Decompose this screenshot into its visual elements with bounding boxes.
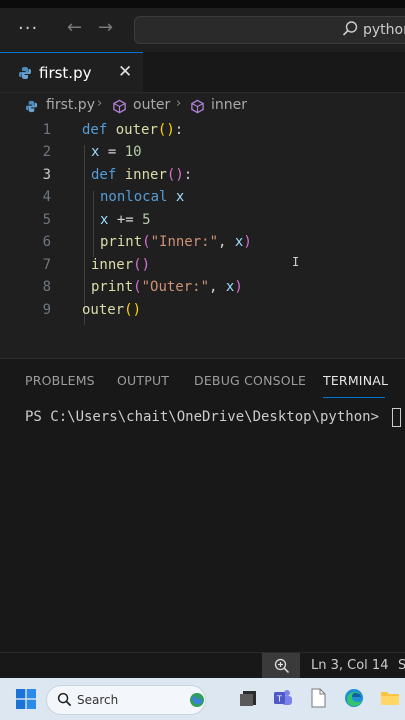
tab-first-py[interactable]: first.py ✕ [0,52,143,92]
close-icon[interactable]: ✕ [118,62,132,82]
top-strip [0,0,405,8]
search-icon [342,21,358,36]
file-icon[interactable] [307,687,329,709]
terminal-cursor [392,408,401,427]
line-number: 2 [42,144,51,160]
terminal-prompt[interactable]: PS C:\Users\chait\OneDrive\Desktop\pytho… [25,409,379,425]
token-string: "Outer:" [141,279,210,295]
token-keyword: nonlocal [100,189,168,205]
breadcrumb-symbol-outer[interactable]: outer [133,97,170,113]
menu-more-button[interactable]: ··· [18,18,38,39]
breadcrumb: first.py › outer › inner [0,93,405,119]
tab-problems[interactable]: PROBLEMS [25,373,95,388]
line-number: 1 [42,122,51,138]
breadcrumb-symbol-inner[interactable]: inner [211,97,247,113]
code-line: outer() [82,302,141,318]
code-line: nonlocal x [100,189,184,205]
line-number: 9 [42,302,51,318]
token-operator: = [107,144,117,160]
editor-tab-bar: first.py ✕ [0,52,405,93]
mouse-ibeam-cursor: I [292,255,300,269]
token-function: print [100,234,143,250]
token-bracket: () [157,122,175,138]
start-icon[interactable] [16,689,36,709]
token-number: 10 [124,144,142,160]
token-bracket: () [166,167,184,183]
code-line: def inner(): [91,167,192,183]
taskbar-search-box[interactable]: Search [46,685,206,715]
status-item[interactable]: S [398,658,405,673]
chevron-right-icon: › [97,96,103,111]
tab-terminal[interactable]: TERMINAL [323,373,388,388]
forward-arrow-icon[interactable]: → [98,17,113,38]
token-operator: : [183,167,193,183]
line-number: 4 [42,189,51,205]
token-function: inner [124,167,167,183]
token-function: outer [82,302,125,318]
token-variable: x [91,144,100,160]
code-line: def outer(): [82,122,183,138]
code-line: print("Inner:", x) [100,234,252,250]
token-bracket: ( [133,279,142,295]
task-view-icon[interactable] [238,687,260,709]
token-operator: : [174,122,184,138]
python-file-icon [25,100,38,113]
file-explorer-icon[interactable] [379,687,401,709]
token-function: inner [91,257,134,273]
token-operator: , [218,234,235,250]
command-center-text: python [363,22,405,38]
title-bar: ··· ← → python [0,0,405,52]
token-number: 5 [142,212,151,228]
token-operator: , [209,279,226,295]
status-bar: Ln 3, Col 14 S [0,652,405,679]
code-line: inner() [91,257,150,273]
code-line: x += 5 [100,212,151,228]
token-variable: x [100,212,109,228]
token-keyword: def [82,122,108,138]
teams-icon[interactable]: T [272,687,294,709]
token-operator: += [116,212,134,228]
edge-icon[interactable] [343,687,365,709]
token-variable: x [175,189,185,205]
token-bracket: ) [243,234,252,250]
indent-guide [84,145,85,325]
token-keyword: def [91,167,117,183]
token-string: "Inner:" [150,234,219,250]
bottom-panel: PROBLEMS OUTPUT DEBUG CONSOLE TERMINAL P… [0,358,405,653]
token-function: print [91,279,134,295]
breadcrumb-file[interactable]: first.py [46,97,95,113]
chevron-right-icon: › [176,96,182,111]
indent-guide [93,191,94,257]
windows-taskbar: Search T [0,678,405,720]
python-file-icon [19,67,31,79]
line-number: 8 [42,279,51,295]
tab-label: first.py [39,64,92,82]
cursor-position[interactable]: Ln 3, Col 14 [311,658,388,673]
search-highlight-globe-icon [190,693,204,707]
tab-debug-console[interactable]: DEBUG CONSOLE [194,373,306,388]
token-function: outer [115,122,158,138]
token-bracket: ) [234,279,243,295]
tab-output[interactable]: OUTPUT [117,373,169,388]
symbol-method-icon [191,99,204,114]
token-bracket: () [133,257,151,273]
token-bracket: () [124,302,142,318]
svg-text:T: T [276,695,282,704]
line-number: 7 [42,257,51,273]
zoom-in-icon [274,658,290,674]
search-placeholder: Search [77,693,119,707]
zoom-button[interactable] [262,653,300,679]
line-number: 6 [42,234,51,250]
line-number-active: 3 [42,167,51,183]
code-line: print("Outer:", x) [91,279,243,295]
command-center-search[interactable]: python [134,16,405,44]
symbol-method-icon [113,99,126,114]
search-icon [57,692,72,707]
code-line: x = 10 [91,144,142,160]
code-editor[interactable]: 1 2 3 4 5 6 7 8 9 def outer(): x = 10 de… [0,119,405,351]
line-number: 5 [42,212,51,228]
token-bracket: ( [142,234,151,250]
back-arrow-icon[interactable]: ← [67,17,82,38]
active-tab-indicator [323,397,385,398]
